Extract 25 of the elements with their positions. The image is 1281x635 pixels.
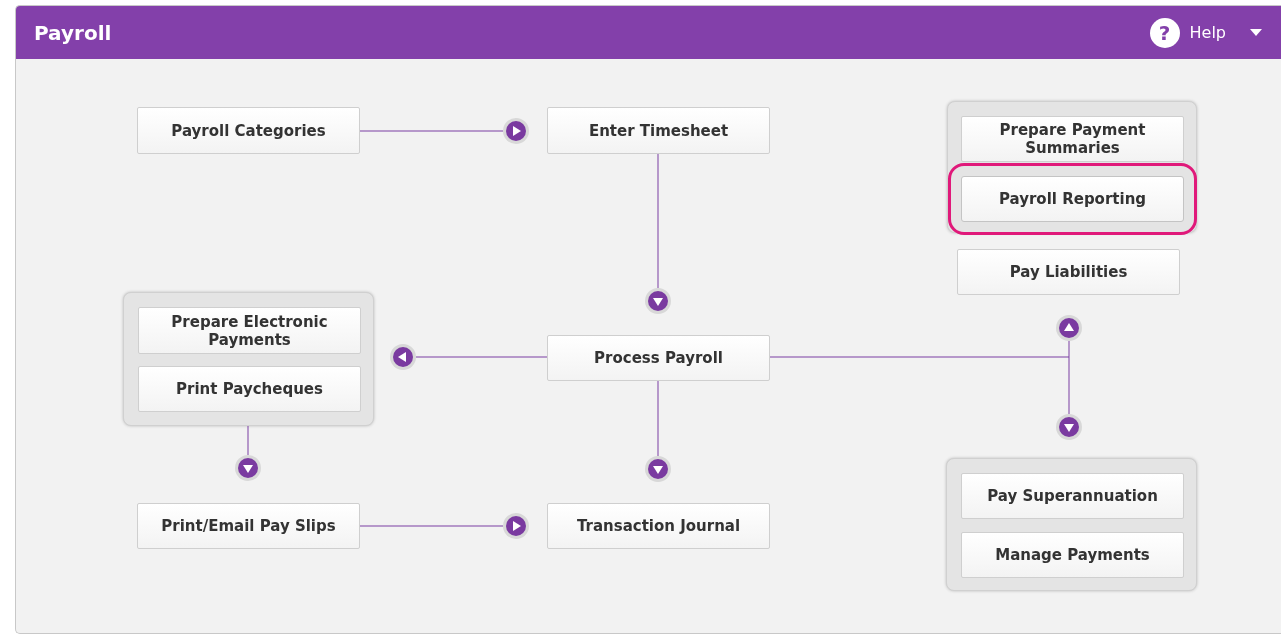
payroll-task-button[interactable]: Print Paycheques [138, 366, 361, 412]
payroll-task-button[interactable]: Pay Superannuation [961, 473, 1184, 519]
payroll-task-button[interactable]: Transaction Journal [547, 503, 770, 549]
payroll-task-button[interactable]: Payroll Categories [137, 107, 360, 154]
down-arrow-icon [235, 455, 261, 481]
right-arrow-icon [503, 513, 529, 539]
right-arrow-icon [503, 118, 529, 144]
down-arrow-icon [645, 288, 671, 314]
left-arrow-icon [390, 344, 416, 370]
payroll-task-button[interactable]: Payroll Reporting [961, 176, 1184, 222]
down-arrow-icon [645, 456, 671, 482]
payroll-task-button[interactable]: Prepare Electronic Payments [138, 307, 361, 354]
payroll-task-button[interactable]: Prepare Payment Summaries [961, 116, 1184, 162]
help-link[interactable]: Help [1189, 23, 1226, 42]
payroll-task-button[interactable]: Pay Liabilities [957, 249, 1180, 295]
payroll-task-button[interactable]: Process Payroll [547, 335, 770, 381]
connector-line [247, 425, 249, 456]
payroll-task-button[interactable]: Print/Email Pay Slips [137, 503, 360, 549]
panel-title: Payroll [34, 20, 112, 45]
help-icon[interactable]: ? [1149, 17, 1180, 48]
caret-icon[interactable] [1250, 28, 1262, 37]
payroll-task-button[interactable]: Enter Timesheet [547, 107, 770, 154]
payroll-task-button[interactable]: Manage Payments [961, 532, 1184, 578]
down-arrow-icon [1056, 414, 1082, 440]
up-arrow-icon [1056, 315, 1082, 341]
